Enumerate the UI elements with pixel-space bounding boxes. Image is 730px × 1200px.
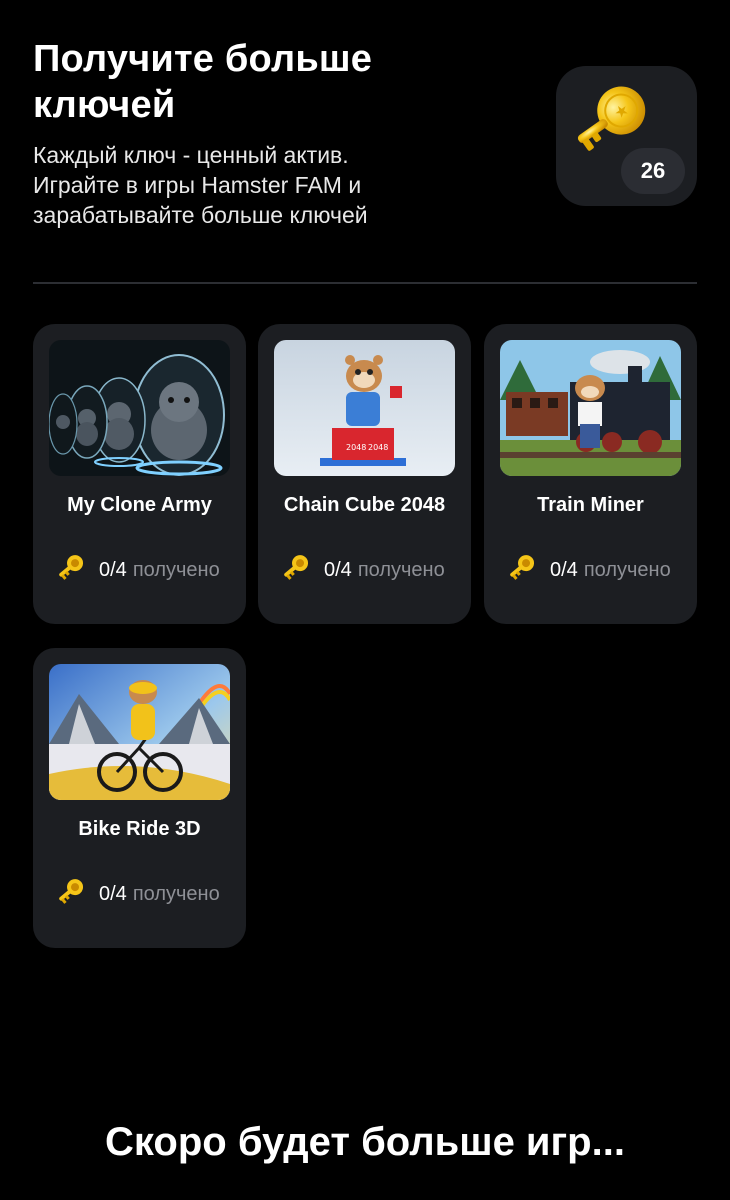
game-card-my-clone-army[interactable]: My Clone Army 0/4 получено [33, 324, 246, 624]
subtitle-line-1: Каждый ключ - ценный актив. [33, 142, 349, 168]
svg-text:2048: 2048 [346, 443, 366, 452]
subtitle-line-2: Играйте в игры Hamster FAM и [33, 172, 362, 198]
hamster-cube-image: 2048 2048 [274, 340, 455, 476]
hamster-clones-image [49, 340, 230, 476]
game-name: Train Miner [537, 494, 644, 516]
progress-suffix: получено [132, 558, 220, 581]
subtitle-line-3: зарабатывайте больше ключей [33, 202, 368, 228]
hamster-train-image [500, 340, 681, 476]
game-card-bike-ride-3d[interactable]: Bike Ride 3D 0/4 получено [33, 648, 246, 948]
game-progress: 0/4 получено [280, 552, 460, 588]
progress-suffix: получено [583, 558, 671, 581]
keys-count: 26 [621, 148, 685, 194]
game-name: Chain Cube 2048 [283, 494, 446, 516]
game-name: My Clone Army [67, 494, 212, 516]
progress-count: 0/4 [324, 558, 352, 581]
game-name: Bike Ride 3D [78, 818, 201, 840]
keys-balance-badge: ★ 26 [556, 66, 697, 206]
key-icon [59, 879, 84, 904]
progress-count: 0/4 [550, 558, 578, 581]
progress-suffix: получено [357, 558, 445, 581]
hamster-bike-image [49, 664, 230, 800]
title-line-1: Получите больше [33, 38, 373, 80]
page-title: Получите больше ключей [33, 36, 533, 128]
progress-count: 0/4 [99, 558, 127, 581]
header: Получите больше ключей Каждый ключ - цен… [33, 36, 533, 230]
progress-count: 0/4 [99, 882, 127, 905]
divider [33, 282, 697, 284]
key-icon [284, 555, 309, 580]
page-subtitle: Каждый ключ - ценный актив. Играйте в иг… [33, 140, 533, 230]
progress-suffix: получено [132, 882, 220, 905]
title-line-2: ключей [33, 84, 176, 126]
game-card-chain-cube-2048[interactable]: 2048 2048 Chain Cube 2048 0/4 получено [258, 324, 471, 624]
svg-text:2048: 2048 [368, 443, 388, 452]
game-card-train-miner[interactable]: Train Miner 0/4 получено [484, 324, 697, 624]
game-progress: 0/4 получено [506, 552, 686, 588]
get-more-keys-page: Получите больше ключей Каждый ключ - цен… [0, 0, 730, 1200]
game-progress: 0/4 получено [55, 552, 235, 588]
game-progress: 0/4 получено [55, 876, 235, 912]
key-icon [510, 555, 535, 580]
coming-soon-text: Скоро будет больше игр... [105, 1120, 625, 1164]
key-icon [59, 555, 84, 580]
